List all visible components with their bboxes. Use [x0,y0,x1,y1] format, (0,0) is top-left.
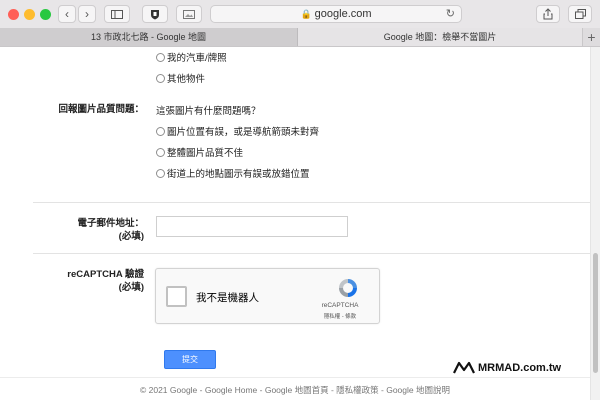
translate-button[interactable] [176,5,202,23]
lock-icon: 🔒 [300,8,312,19]
option-label: 圖片位置有誤，或是導航箭頭未對齊 [167,127,320,138]
option-label: 街道上的地點圖示有誤或放錯位置 [167,169,310,180]
close-window-button[interactable] [8,9,19,20]
option-label: 我的汽車/牌照 [167,53,227,64]
email-field[interactable] [156,216,348,237]
recaptcha-checkbox[interactable] [166,286,187,307]
address-bar[interactable]: 🔒 google.com ↻ [210,5,462,23]
radio-button[interactable] [156,73,165,83]
option-misplaced-icon[interactable]: 街道上的地點圖示有誤或放錯位置 [156,166,310,180]
recaptcha-label: reCAPTCHA 驗證 (必填) [40,268,144,294]
new-tab-button[interactable]: + [582,28,600,46]
sidebar-icon [111,9,123,19]
email-label-text: 電子郵件地址： [77,218,144,229]
reload-icon[interactable]: ↻ [446,7,455,20]
page-footer[interactable]: © 2021 Google - Google Home - Google 地圖首… [0,384,590,396]
extension-button[interactable] [142,5,168,23]
option-my-car[interactable]: 我的汽車/牌照 [156,50,227,64]
recaptcha-widget: 我不是機器人 reCAPTCHA 隱私權 - 條款 [155,268,380,324]
tab-report-image[interactable]: Google 地圖：檢舉不當圖片 [298,28,582,46]
url-text: google.com [314,8,372,20]
footer-divider [0,377,590,378]
tabs-icon [574,9,586,19]
forward-button[interactable]: › [78,5,96,23]
email-required-text: (必填) [118,231,144,242]
back-button[interactable]: ‹ [58,5,76,23]
watermark-text: MRMAD.com.tw [478,362,562,374]
recaptcha-required-text: (必填) [118,282,144,293]
image-icon [183,9,195,19]
recaptcha-privacy-terms-links[interactable]: 隱私權 - 條款 [306,312,374,320]
recaptcha-label-text: reCAPTCHA 驗證 [67,269,144,280]
quality-issue-label: 回報圖片品質問題： [58,104,144,115]
minimize-window-button[interactable] [24,9,35,20]
shield-icon [151,9,159,19]
scrollbar-thumb[interactable] [593,253,598,373]
zoom-window-button[interactable] [40,9,51,20]
browser-toolbar: ‹ › 🔒 google.com ↻ [0,0,600,29]
watermark: MRMAD.com.tw [453,359,562,377]
option-label: 其他物件 [167,74,206,85]
tab-google-maps-location[interactable]: 13 市政北七路 - Google 地圖 [0,28,298,46]
quality-question: 這張圖片有什麼問題嗎？ [156,106,261,117]
recaptcha-brand: reCAPTCHA [321,302,359,309]
submit-button[interactable]: 提交 [164,350,216,369]
radio-button[interactable] [156,168,165,178]
recaptcha-checkbox-label: 我不是機器人 [196,292,259,304]
share-icon [543,8,553,20]
tab-bar: 13 市政北七路 - Google 地圖 Google 地圖：檢舉不當圖片 + [0,28,600,47]
sidebar-button[interactable] [104,5,130,23]
divider [33,202,590,203]
option-wrong-position[interactable]: 圖片位置有誤，或是導航箭頭未對齊 [156,124,319,138]
option-poor-quality[interactable]: 整體圖片品質不佳 [156,145,243,159]
option-label: 整體圖片品質不佳 [167,148,244,159]
radio-button[interactable] [156,52,165,62]
divider [33,253,590,254]
page-scrollbar[interactable] [590,47,600,400]
email-label: 電子郵件地址： (必填) [40,217,144,243]
option-other-objects[interactable]: 其他物件 [156,71,205,85]
radio-button[interactable] [156,126,165,136]
share-button[interactable] [536,5,560,23]
radio-button[interactable] [156,147,165,157]
report-form-page: 我的汽車/牌照 其他物件 回報圖片品質問題： 這張圖片有什麼問題嗎？ 圖片位置有… [0,47,590,400]
chevron-right-icon: › [85,7,89,21]
tab-overview-button[interactable] [568,5,592,23]
chevron-left-icon: ‹ [65,7,69,21]
recaptcha-logo-icon [339,279,357,297]
mrmad-logo-icon [453,361,475,374]
